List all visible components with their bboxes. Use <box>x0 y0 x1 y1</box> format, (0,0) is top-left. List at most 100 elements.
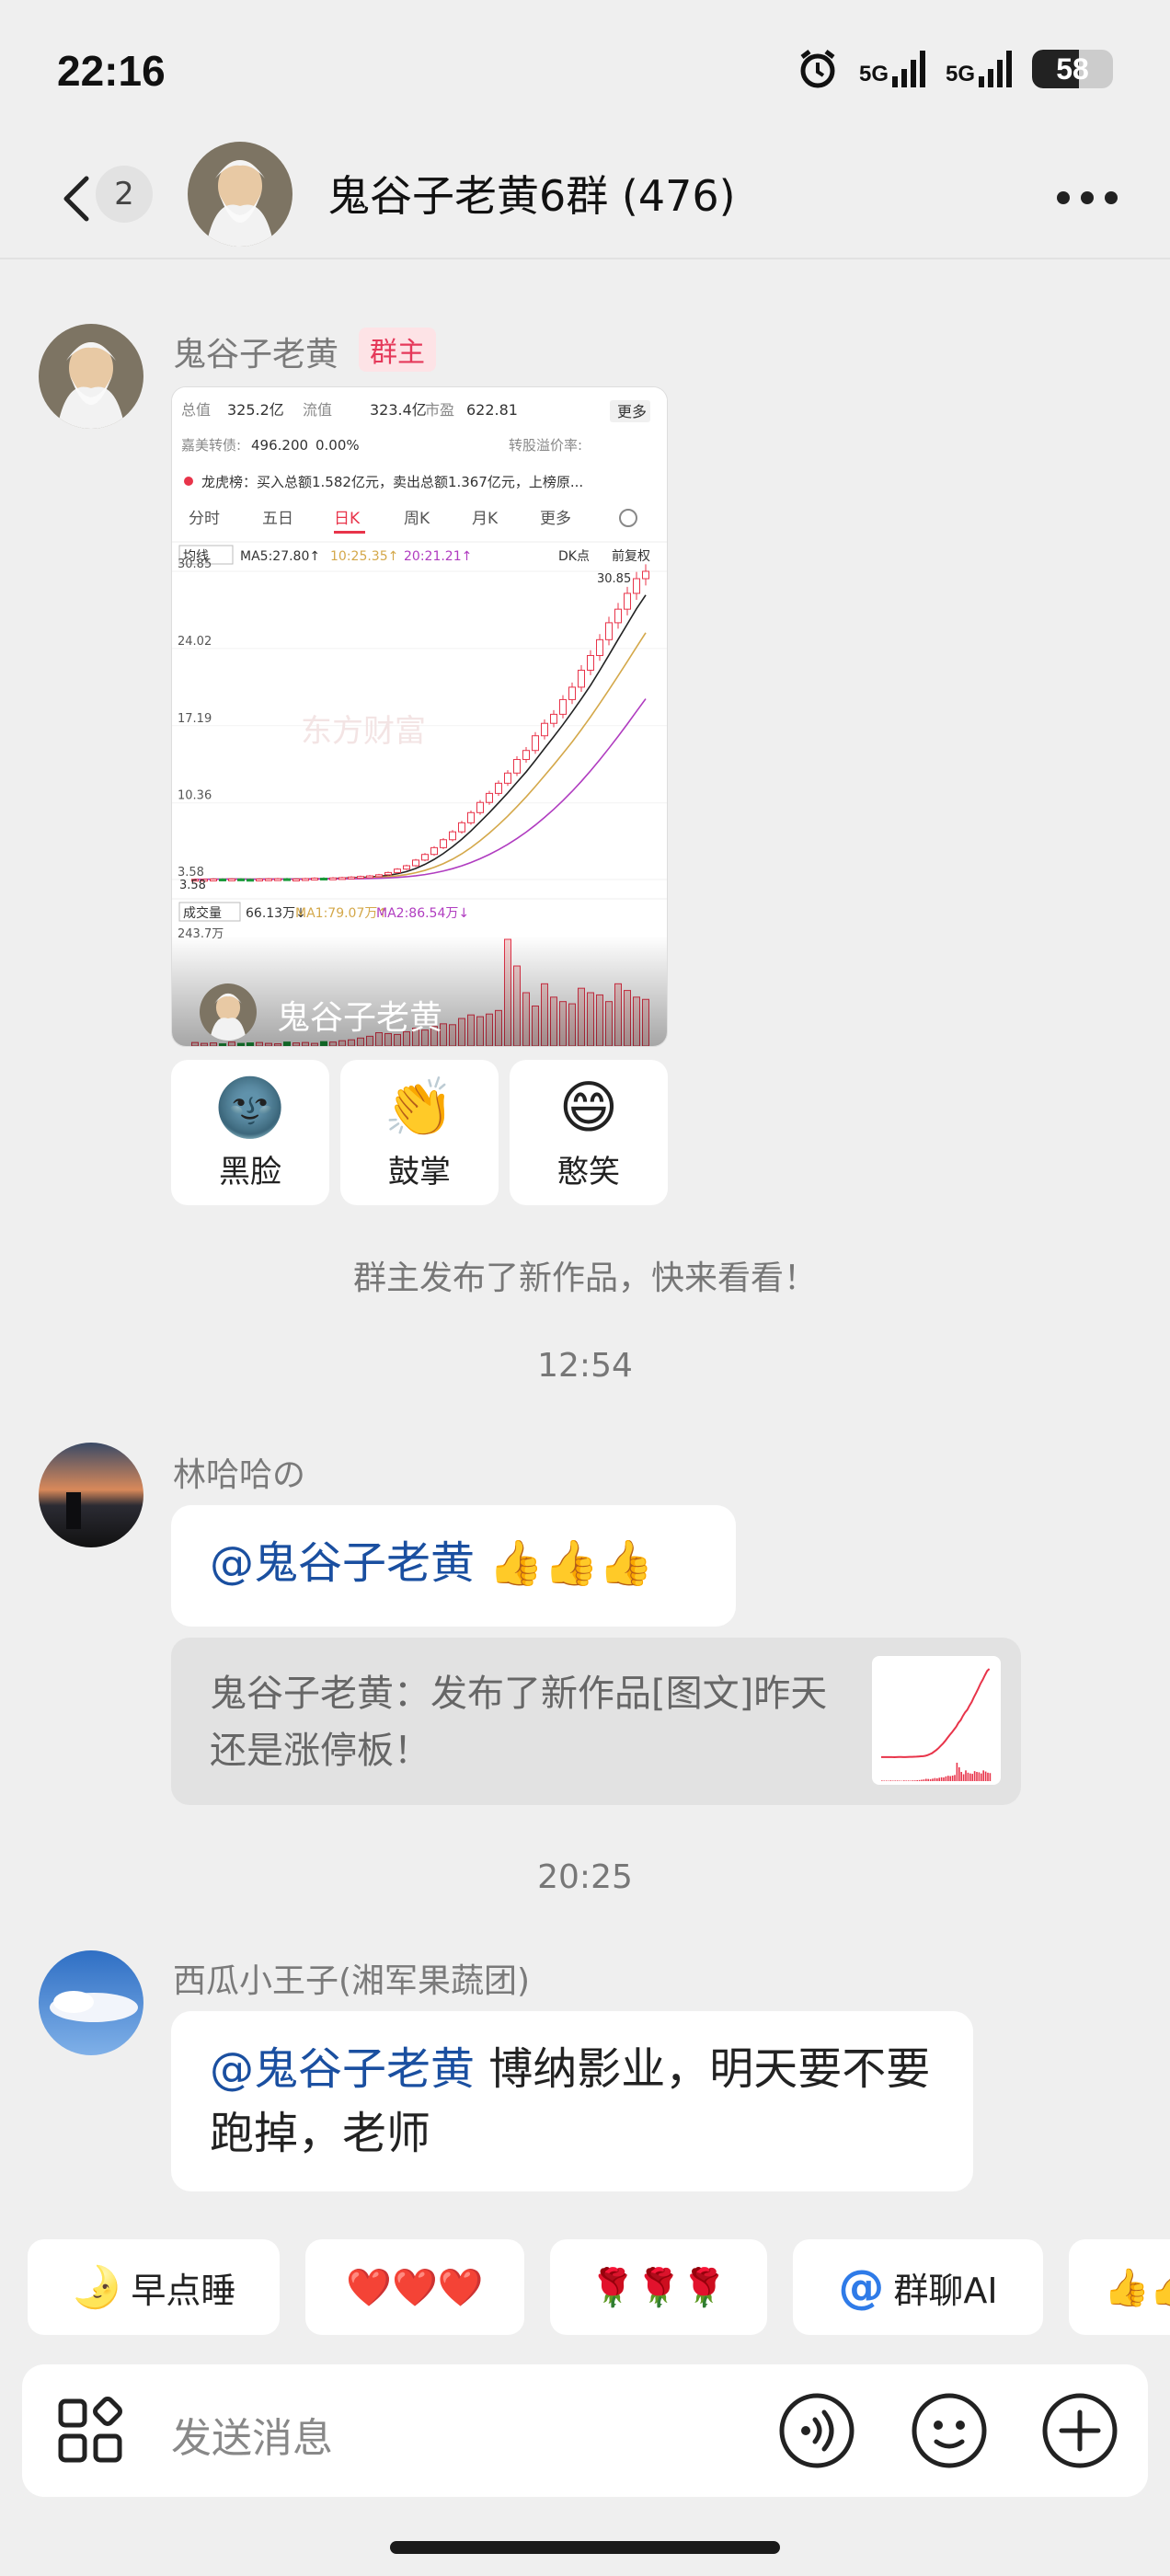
reaction-label: 憨笑 <box>557 1154 620 1190</box>
quoted-text: 鬼谷子老黄：发布了新作品[图文]昨天还是涨停板！ <box>210 1673 828 1772</box>
quick-reply-roses[interactable]: 🌹🌹🌹 <box>550 2239 767 2335</box>
price-tick: 17.19 <box>178 712 212 726</box>
roses-icon: 🌹🌹🌹 <box>590 2266 728 2309</box>
more-button: 更多 <box>617 403 647 420</box>
reaction-clap[interactable]: 👏 鼓掌 <box>340 1060 499 1205</box>
hearts-icon: ❤️❤️❤️ <box>346 2266 484 2309</box>
post-image-card[interactable]: 总值 325.2亿 流值 323.4亿 市盈 622.81 更多 嘉美转债: 496.200 0.… <box>171 386 668 1047</box>
thumbnail-volume-bar <box>976 1772 978 1781</box>
black-face-icon: 🌚 <box>214 1074 286 1141</box>
chip-label: 群聊AI <box>893 2270 998 2311</box>
candle <box>624 592 631 610</box>
sender-name: 林哈哈の <box>173 1456 306 1494</box>
price-tick: 24.02 <box>178 635 212 649</box>
unread-count-badge[interactable]: 2 <box>96 166 153 223</box>
home-indicator[interactable] <box>390 2541 780 2554</box>
thumbnail-volume-bar <box>989 1773 992 1781</box>
thumbnail-volume-bar <box>894 1780 896 1781</box>
thumbnail-volume-bar <box>951 1776 954 1781</box>
signal-icon-2: 5G <box>946 51 1012 87</box>
thumbnail-volume-bar <box>987 1772 989 1781</box>
message-bubble[interactable]: @鬼谷子老黄 👍👍👍 <box>171 1505 736 1627</box>
candle <box>302 878 309 881</box>
stat-text: 市盈 <box>425 401 454 419</box>
sender-avatar[interactable] <box>39 1443 143 1547</box>
thumbs-icon: 👍👍 <box>1104 2266 1170 2309</box>
quick-reply-thumbs[interactable]: 👍👍 <box>1069 2239 1170 2335</box>
battery-icon: 58 <box>1032 50 1113 88</box>
candle <box>476 801 484 813</box>
thumbnail-volume-bar <box>885 1780 888 1781</box>
period-tab: 日K <box>334 510 361 528</box>
candle <box>421 854 429 861</box>
plus-icon[interactable] <box>1039 2390 1120 2471</box>
sender-avatar[interactable] <box>39 324 143 429</box>
sender-avatar[interactable] <box>39 1950 143 2055</box>
chip-label: 早点睡 <box>131 2270 236 2311</box>
thumbnail-volume-bar <box>932 1778 934 1781</box>
message-bubble[interactable]: @鬼谷子老黄 博纳影业，明天要不要跑掉，老师 <box>171 2011 973 2191</box>
candle <box>596 638 603 657</box>
ma20-label: 20:21.21↑ <box>404 549 472 564</box>
quoted-message[interactable]: 鬼谷子老黄：发布了新作品[图文]昨天还是涨停板！ <box>171 1638 1021 1805</box>
thumbnail-volume-bar <box>925 1778 927 1781</box>
candle <box>357 876 364 880</box>
candle <box>513 759 521 774</box>
mention-link[interactable]: @鬼谷子老黄 <box>210 2043 475 2095</box>
candle <box>486 792 493 803</box>
stat-text: 622.81 <box>466 401 518 419</box>
thumbnail-volume-bar <box>960 1772 962 1781</box>
candle <box>348 876 355 880</box>
signal-label-2: 5G <box>945 62 975 86</box>
group-title[interactable]: 鬼谷子老黄6群 (476) <box>327 164 736 228</box>
period-tab: 五日 <box>262 510 293 528</box>
thumbnail-volume-bar <box>929 1778 932 1781</box>
timestamp: 12:54 <box>537 1347 633 1385</box>
thumbnail-volume-bar <box>943 1777 945 1781</box>
candle <box>550 713 557 724</box>
mention-link[interactable]: @鬼谷子老黄 <box>210 1537 475 1589</box>
thumbnail-volume-bar <box>938 1777 940 1781</box>
group-avatar[interactable] <box>188 142 292 247</box>
more-options-icon[interactable] <box>1050 175 1124 221</box>
thumbnail-volume-bar <box>936 1778 938 1781</box>
period-tab: 周K <box>404 510 430 528</box>
candle <box>440 839 447 848</box>
candle <box>292 879 300 882</box>
emoji-icon[interactable] <box>909 2390 990 2471</box>
candle <box>587 655 594 671</box>
thumbnail-volume-bar <box>949 1776 951 1781</box>
candle <box>265 878 272 881</box>
candle <box>467 811 475 823</box>
thumbnail-volume-bar <box>921 1779 923 1781</box>
message-input[interactable]: 发送消息 <box>171 2405 333 2464</box>
volume-label: 成交量 <box>183 905 222 921</box>
thumbnail-volume-bar <box>892 1780 894 1781</box>
clock: 22:16 <box>57 47 166 95</box>
thumbnail-volume-bar <box>982 1770 984 1781</box>
voice-icon[interactable] <box>776 2390 857 2471</box>
candle <box>642 570 649 580</box>
apps-grid-icon[interactable] <box>50 2390 131 2471</box>
candle <box>394 868 401 873</box>
reaction-smile[interactable]: 😄 憨笑 <box>510 1060 668 1205</box>
quick-reply-hearts[interactable]: ❤️❤️❤️ <box>305 2239 524 2335</box>
thumbnail-volume-bar <box>981 1773 982 1781</box>
smile-icon: 😄 <box>558 1074 619 1141</box>
status-bar: 22:16 5G 5G 58 <box>0 0 1170 138</box>
reaction-label: 黑脸 <box>219 1154 281 1190</box>
candle <box>614 608 622 624</box>
candle <box>605 622 613 640</box>
thumbnail-volume-bar <box>883 1780 885 1781</box>
quick-reply-sleep[interactable]: 🌛 早点睡 <box>28 2239 280 2335</box>
reaction-black-face[interactable]: 🌚 黑脸 <box>171 1060 329 1205</box>
quick-reply-ai[interactable]: @ 群聊AI <box>793 2239 1043 2335</box>
candle <box>283 878 291 881</box>
thumbnail-volume-bar <box>903 1780 905 1781</box>
thumbnail-volume-bar <box>918 1779 921 1781</box>
chat-header: 2 鬼谷子老黄6群 (476) <box>0 138 1170 259</box>
high-price-label: 30.85 <box>597 572 631 586</box>
thumbnail-volume-bar <box>956 1763 958 1781</box>
candle <box>274 878 281 881</box>
quoted-thumbnail[interactable] <box>872 1656 1001 1785</box>
